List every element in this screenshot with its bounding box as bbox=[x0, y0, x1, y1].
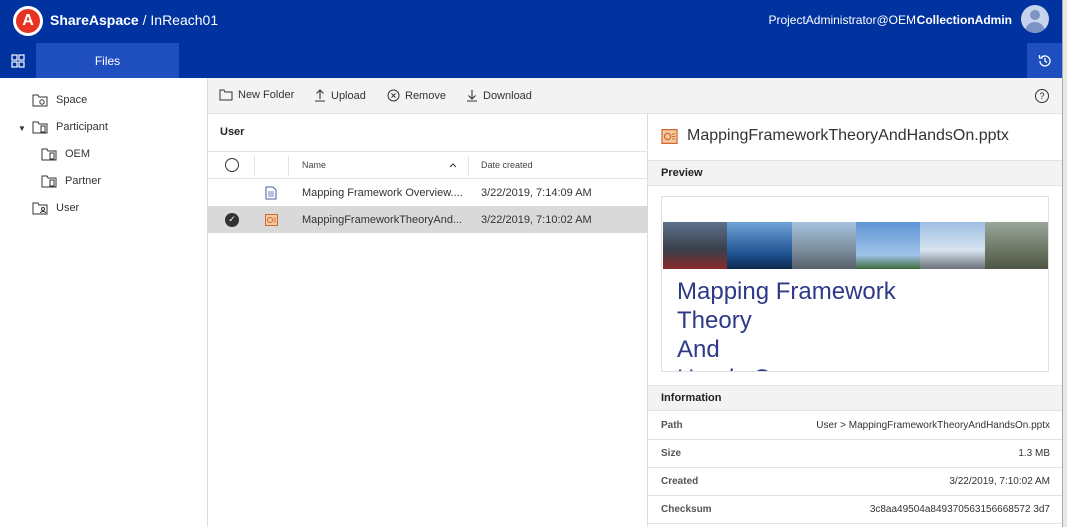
new-folder-icon bbox=[219, 89, 233, 101]
info-label: Size bbox=[661, 448, 682, 459]
remove-label: Remove bbox=[405, 89, 446, 102]
nav-bar: Files bbox=[0, 43, 1062, 78]
user-folder-icon bbox=[32, 202, 48, 215]
database-name: InReach01 bbox=[150, 12, 219, 28]
download-label: Download bbox=[483, 89, 532, 102]
app-title: ShareAspace / InReach01 bbox=[50, 12, 218, 28]
column-date-header[interactable]: Date created bbox=[481, 152, 533, 178]
slide-line: Hands On bbox=[677, 364, 896, 371]
info-value: 1.3 MB bbox=[1018, 448, 1050, 459]
user-role[interactable]: CollectionAdmin bbox=[917, 13, 1012, 27]
detail-title: MappingFrameworkTheoryAndHandsOn.pptx bbox=[661, 127, 1009, 145]
powerpoint-file-icon bbox=[661, 128, 678, 144]
slide-image-strip bbox=[663, 222, 1048, 269]
table-row-selected[interactable]: ✓ MappingFrameworkTheoryAnd... 3/22/2019… bbox=[208, 206, 648, 233]
row-checkbox-checked[interactable]: ✓ bbox=[225, 206, 239, 233]
top-header: A ShareAspace / InReach01 ProjectAdminis… bbox=[0, 0, 1062, 43]
table-row[interactable]: Mapping Framework Overview.... 3/22/2019… bbox=[208, 179, 648, 206]
org-folder-icon bbox=[41, 175, 57, 188]
upload-button[interactable]: Upload bbox=[314, 89, 366, 102]
upload-label: Upload bbox=[331, 89, 366, 102]
info-row-size: Size 1.3 MB bbox=[648, 440, 1062, 468]
help-icon[interactable]: ? bbox=[1035, 89, 1049, 103]
file-toolbar: New Folder Upload Remove Download ? bbox=[208, 78, 1062, 114]
column-name-header[interactable]: Name bbox=[302, 152, 326, 178]
tree-label: Space bbox=[56, 94, 88, 106]
history-icon[interactable] bbox=[1027, 43, 1062, 78]
tree-label: Partner bbox=[65, 175, 102, 187]
tree-label: OEM bbox=[65, 148, 91, 160]
tree-item-partner[interactable]: Partner bbox=[41, 174, 101, 188]
expand-caret-icon[interactable]: ▼ bbox=[18, 124, 26, 133]
tree-label: User bbox=[56, 202, 80, 214]
breadcrumb-separator: / bbox=[138, 12, 151, 28]
preview-section-header: Preview bbox=[648, 160, 1062, 186]
file-date: 3/22/2019, 7:14:09 AM bbox=[481, 186, 592, 199]
tree-label: Participant bbox=[56, 121, 108, 133]
info-label: Path bbox=[661, 420, 683, 431]
sort-asc-icon[interactable] bbox=[449, 152, 457, 178]
info-row-created: Created 3/22/2019, 7:10:02 AM bbox=[648, 468, 1062, 496]
slide-preview[interactable]: Mapping Framework Theory And Hands On bbox=[661, 196, 1049, 372]
info-value: 3/22/2019, 7:10:02 AM bbox=[949, 476, 1050, 487]
new-folder-button[interactable]: New Folder bbox=[219, 89, 294, 101]
information-section-header: Information bbox=[648, 385, 1062, 411]
slide-line: Mapping Framework bbox=[677, 278, 896, 305]
app-grid-icon[interactable] bbox=[0, 43, 36, 78]
powerpoint-file-icon bbox=[265, 206, 278, 233]
space-folder-icon bbox=[32, 94, 48, 107]
window-edge bbox=[1062, 0, 1067, 527]
participant-folder-icon bbox=[32, 121, 48, 134]
download-button[interactable]: Download bbox=[466, 89, 532, 102]
info-value: User > MappingFrameworkTheoryAndHandsOn.… bbox=[816, 420, 1050, 431]
user-email[interactable]: ProjectAdministrator@OEM bbox=[768, 13, 916, 27]
file-date: 3/22/2019, 7:10:02 AM bbox=[481, 213, 592, 226]
upload-icon bbox=[315, 89, 325, 102]
file-list: User Name Date created Mapping Framework… bbox=[208, 114, 648, 527]
slide-line: And bbox=[677, 336, 720, 363]
tree-item-participant[interactable]: Participant bbox=[32, 120, 108, 134]
user-avatar-icon[interactable] bbox=[1021, 5, 1049, 33]
file-name: Mapping Framework Overview.... bbox=[302, 186, 463, 199]
info-label: Checksum bbox=[661, 504, 712, 515]
document-file-icon bbox=[265, 179, 277, 206]
file-name: MappingFrameworkTheoryAnd... bbox=[302, 213, 463, 226]
new-folder-label: New Folder bbox=[238, 89, 295, 101]
slide-line: Theory bbox=[677, 307, 752, 334]
org-folder-icon bbox=[41, 148, 57, 161]
tab-files[interactable]: Files bbox=[36, 43, 179, 78]
logo-letter: A bbox=[16, 9, 40, 33]
list-title: User bbox=[220, 126, 245, 138]
shareaspace-logo[interactable]: A bbox=[13, 6, 43, 36]
info-row-path: Path User > MappingFrameworkTheoryAndHan… bbox=[648, 412, 1062, 440]
remove-icon bbox=[387, 89, 400, 102]
info-row-checksum: Checksum 3c8aa49504a849370563156668572 3… bbox=[648, 496, 1062, 524]
remove-button[interactable]: Remove bbox=[387, 89, 446, 102]
table-header: Name Date created bbox=[208, 151, 648, 179]
info-value: 3c8aa49504a849370563156668572 3d7 bbox=[869, 504, 1050, 515]
info-label: Created bbox=[661, 476, 699, 487]
folder-tree: Space ▼ Participant OEM Partner User bbox=[0, 78, 208, 527]
slide-title-text: Mapping Framework Theory And Hands On bbox=[677, 277, 896, 371]
tree-item-user[interactable]: User bbox=[32, 201, 79, 215]
file-detail-panel: MappingFrameworkTheoryAndHandsOn.pptx Pr… bbox=[648, 114, 1062, 527]
tree-item-space[interactable]: Space bbox=[32, 93, 87, 107]
brand-name: ShareAspace bbox=[50, 12, 139, 28]
select-all-checkbox[interactable] bbox=[225, 152, 239, 178]
tree-item-oem[interactable]: OEM bbox=[41, 147, 90, 161]
download-icon bbox=[467, 90, 477, 102]
detail-file-name: MappingFrameworkTheoryAndHandsOn.pptx bbox=[687, 127, 1009, 144]
